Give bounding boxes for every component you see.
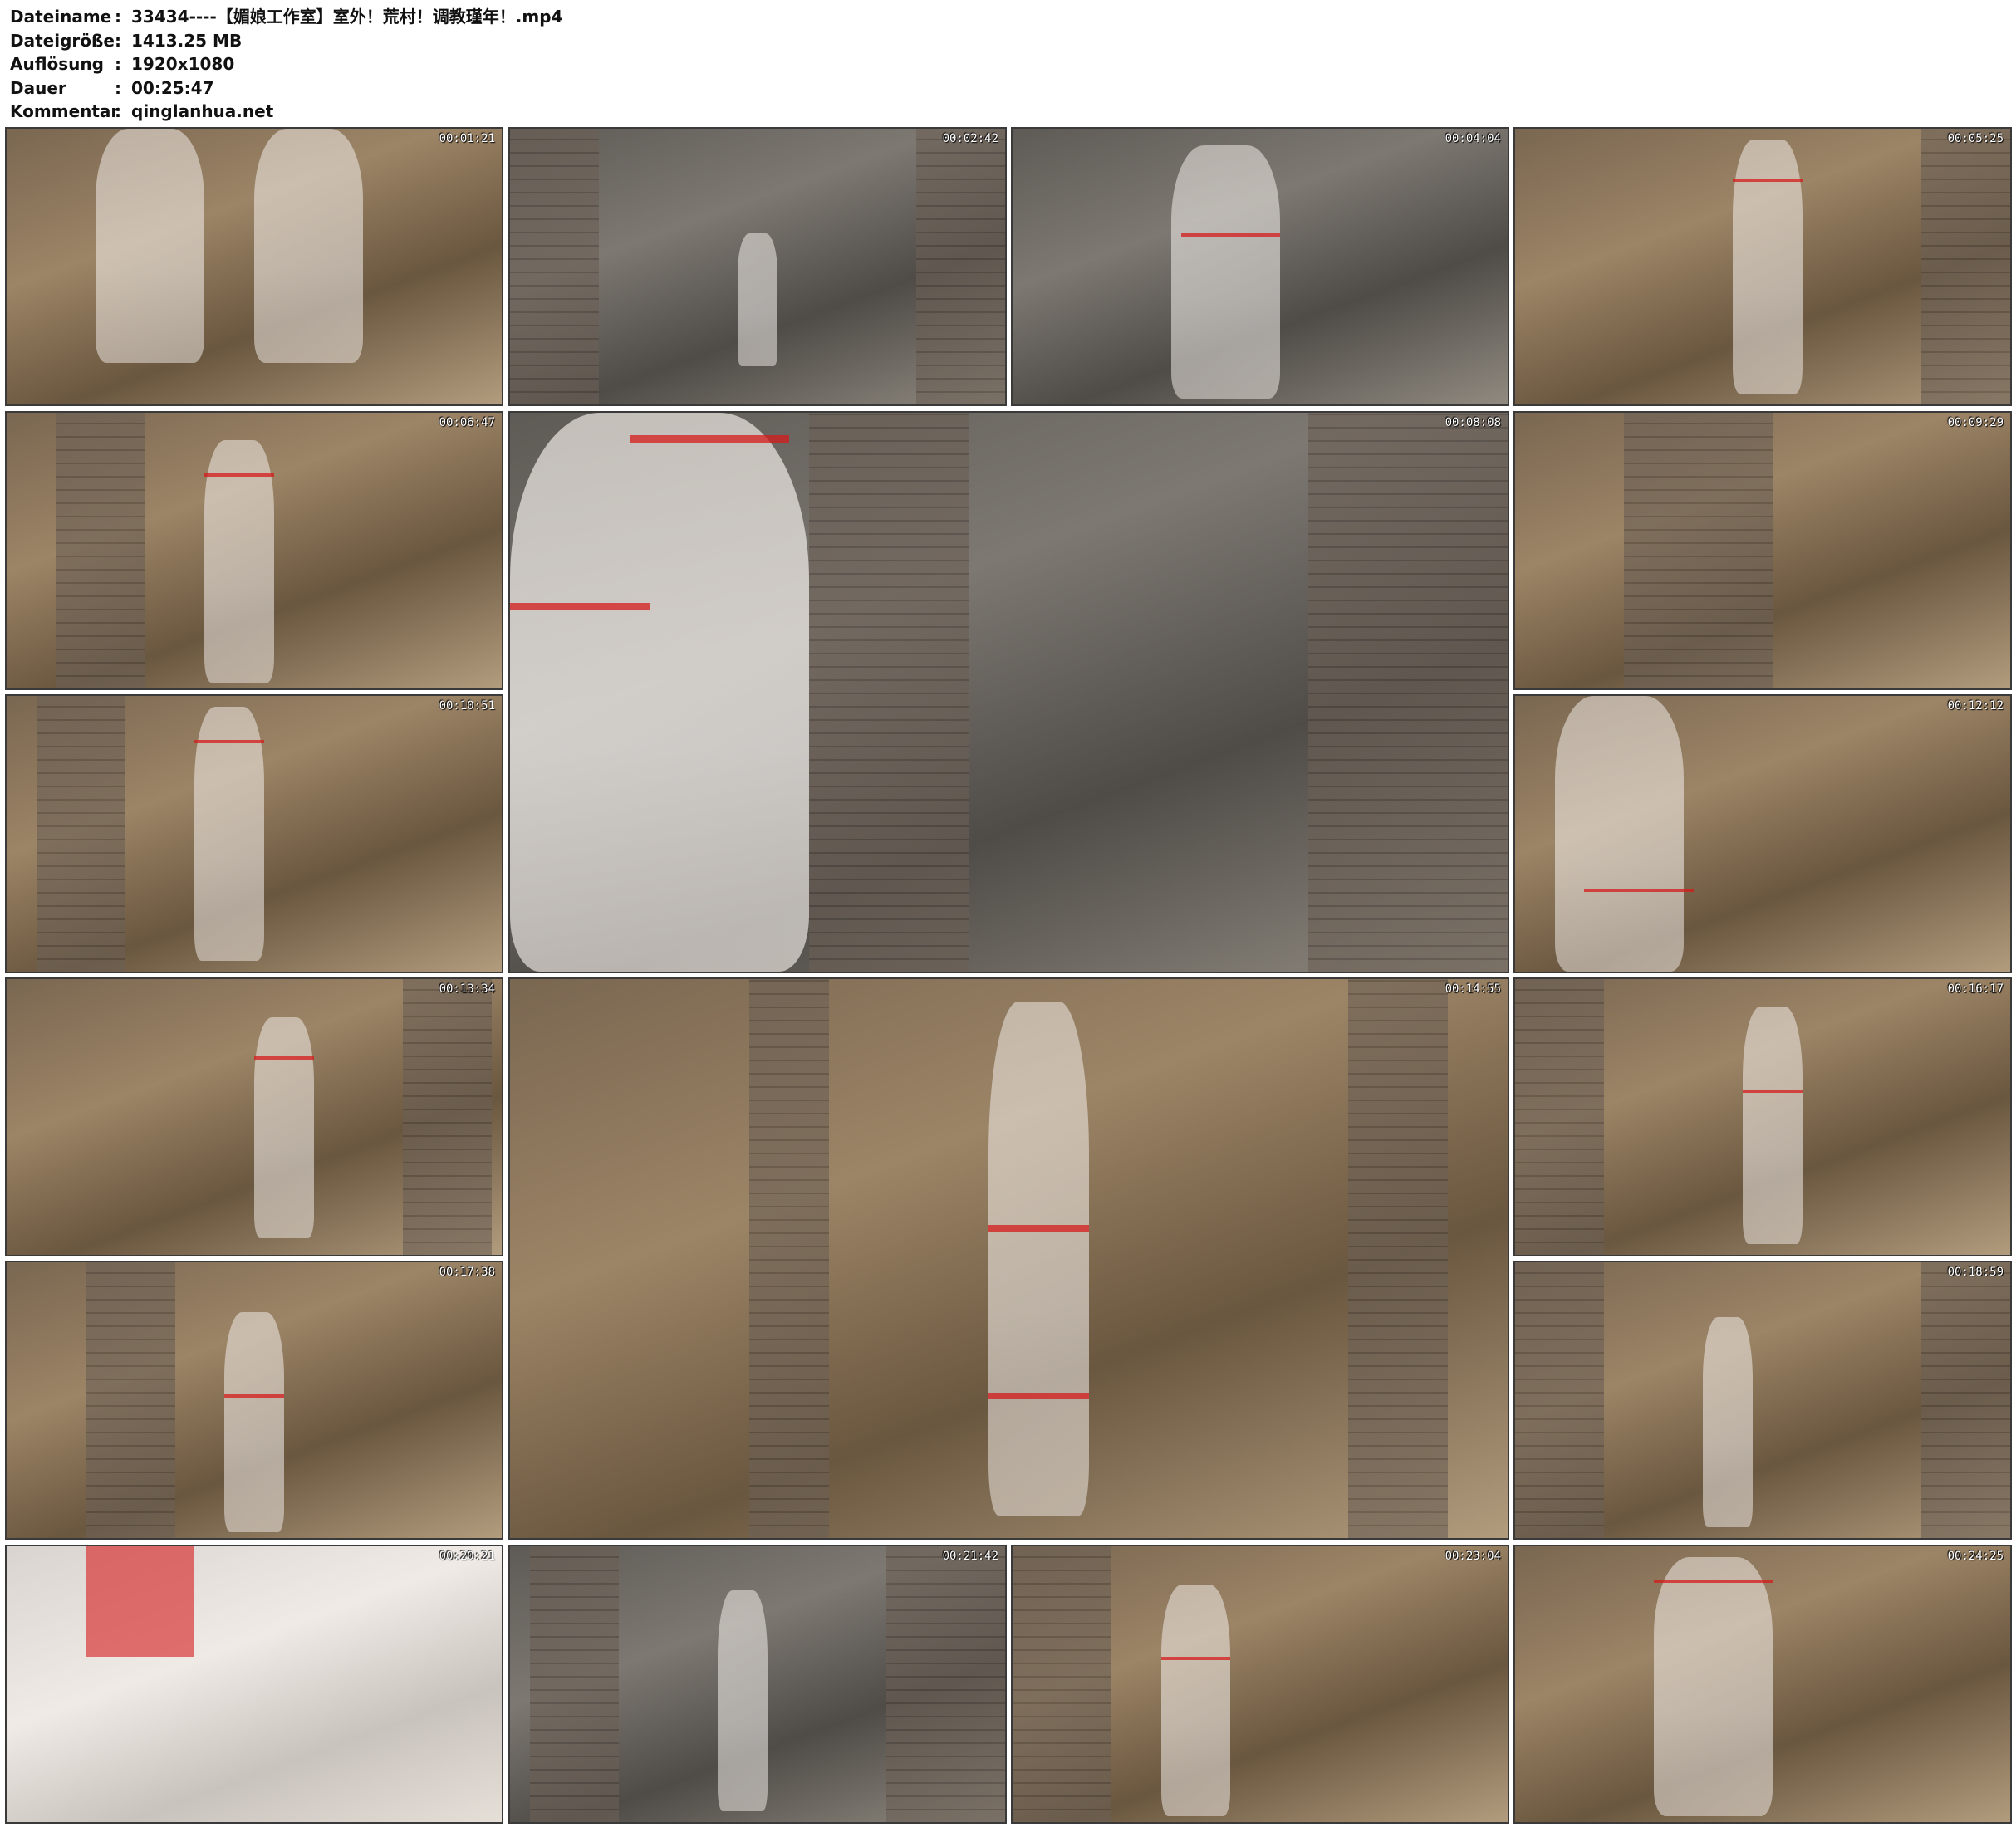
frame-image	[254, 1056, 314, 1060]
thumbnail-frame[interactable]: 00:09:29	[1513, 411, 2012, 690]
frame-image	[86, 1262, 175, 1538]
thumbnail-frame[interactable]: 00:12:12	[1513, 694, 2012, 973]
frame-image	[1160, 1656, 1231, 1660]
frame-image	[1515, 979, 1605, 1255]
frame-image	[988, 1393, 1089, 1400]
frame-image	[718, 1590, 768, 1811]
thumbnail-timestamp: 00:05:25	[1947, 132, 2004, 145]
frame-image	[1920, 1262, 2010, 1538]
frame-image	[1743, 1089, 1803, 1093]
frame-image	[254, 129, 364, 364]
thumbnail-timestamp: 00:18:59	[1947, 1266, 2004, 1279]
frame-image	[529, 1546, 620, 1822]
frame-image	[402, 979, 493, 1255]
thumbnail-frame[interactable]: 00:17:38	[5, 1261, 503, 1540]
thumbnail-timestamp: 00:13:34	[439, 982, 495, 996]
thumbnail-timestamp: 00:21:42	[942, 1550, 998, 1563]
frame-image	[1624, 413, 1773, 688]
thumbnail-timestamp: 00:10:51	[439, 699, 495, 713]
frame-image	[224, 1311, 284, 1533]
frame-image	[1653, 1579, 1773, 1583]
frame-image	[988, 1001, 1089, 1516]
thumbnail-frame[interactable]: 00:20:21	[5, 1545, 503, 1824]
frame-image	[1653, 1557, 1773, 1817]
thumbnail-frame-large[interactable]: 00:14:55	[508, 977, 1509, 1540]
frame-image	[1743, 1007, 1803, 1244]
thumbnail-frame[interactable]: 00:24:25	[1513, 1545, 2012, 1824]
frame-image	[738, 233, 777, 366]
frame-image	[204, 473, 274, 478]
thumbnail-timestamp: 00:04:04	[1445, 132, 1501, 145]
frame-image	[809, 413, 969, 972]
frame-image	[254, 1017, 314, 1239]
frame-image	[1160, 1585, 1231, 1817]
thumbnail-timestamp: 00:02:42	[942, 132, 998, 145]
frame-image	[1307, 413, 1508, 972]
thumbnail-frame[interactable]: 00:10:51	[5, 694, 503, 973]
thumbnail-timestamp: 00:23:04	[1445, 1550, 1501, 1563]
frame-image	[749, 979, 830, 1538]
frame-image	[1703, 1317, 1754, 1527]
frame-image	[194, 740, 264, 744]
frame-image	[96, 129, 205, 364]
thumbnail-timestamp: 00:24:25	[1947, 1550, 2004, 1563]
thumbnail-timestamp: 00:14:55	[1445, 982, 1501, 996]
thumbnail-frame[interactable]: 00:13:34	[5, 977, 503, 1256]
frame-image	[56, 413, 145, 688]
thumbnail-frame[interactable]: 00:04:04	[1011, 127, 1509, 406]
frame-image	[630, 434, 790, 443]
thumbnail-timestamp: 00:17:38	[439, 1266, 495, 1279]
frame-image	[86, 1546, 195, 1657]
thumbnail-timestamp: 00:16:17	[1947, 982, 2004, 996]
thumbnail-timestamp: 00:01:21	[439, 132, 495, 145]
thumbnail-frame[interactable]: 00:18:59	[1513, 1261, 2012, 1540]
frame-image	[510, 129, 600, 404]
frame-image	[194, 707, 264, 961]
frame-image	[915, 129, 1005, 404]
thumbnail-frame[interactable]: 00:02:42	[508, 127, 1007, 406]
frame-image	[988, 1225, 1089, 1232]
thumbnail-grid: 00:01:21 00:02:42 00:04:04 00:05:25 00:0…	[0, 0, 2016, 1832]
thumbnail-timestamp: 00:09:29	[1947, 416, 2004, 429]
thumbnail-timestamp: 00:12:12	[1947, 699, 2004, 713]
frame-image	[510, 602, 650, 610]
frame-image	[1347, 979, 1448, 1538]
thumbnail-frame[interactable]: 00:21:42	[508, 1545, 1007, 1824]
frame-image	[1733, 178, 1803, 182]
frame-image	[1515, 1262, 1605, 1538]
thumbnail-timestamp: 00:08:08	[1445, 416, 1501, 429]
frame-image	[510, 413, 810, 972]
frame-image	[224, 1394, 284, 1398]
frame-image	[1920, 129, 2010, 404]
frame-image	[1584, 889, 1694, 893]
thumbnail-frame[interactable]: 00:01:21	[5, 127, 503, 406]
thumbnail-frame[interactable]: 00:23:04	[1011, 1545, 1509, 1824]
frame-image	[1170, 145, 1280, 399]
frame-image	[1554, 696, 1684, 972]
thumbnail-timestamp: 00:06:47	[439, 416, 495, 429]
frame-image	[1013, 1546, 1112, 1822]
frame-image	[1180, 233, 1280, 238]
thumbnail-timestamp: 00:20:21	[439, 1550, 495, 1563]
thumbnail-frame[interactable]: 00:06:47	[5, 411, 503, 690]
thumbnail-frame[interactable]: 00:05:25	[1513, 127, 2012, 406]
thumbnail-frame[interactable]: 00:16:17	[1513, 977, 2012, 1256]
thumbnail-frame-large[interactable]: 00:08:08	[508, 411, 1509, 973]
frame-image	[36, 696, 126, 972]
frame-image	[885, 1546, 1005, 1822]
